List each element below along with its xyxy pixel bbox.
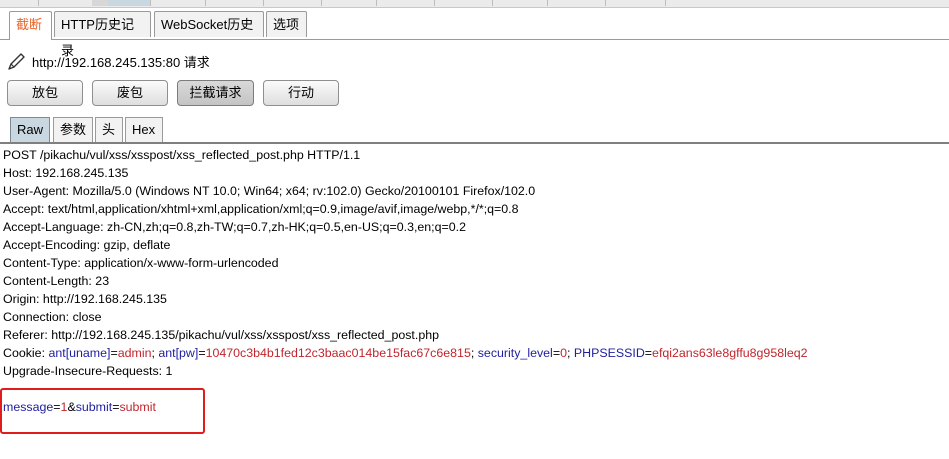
cookie-name: PHPSESSID	[573, 346, 645, 360]
top-strip-segment	[150, 0, 206, 6]
intercept-toggle-button[interactable]: 拦截请求	[177, 80, 254, 106]
request-target-label: http://192.168.245.135:80 请求	[32, 54, 210, 70]
header-origin[interactable]: Origin: http://192.168.245.135	[3, 290, 167, 308]
top-strip-segment	[434, 0, 493, 6]
tab-options[interactable]: 选项	[266, 11, 307, 37]
top-strip-segment	[205, 0, 264, 6]
proxy-tab-bar: 截断 HTTP历史记录 WebSocket历史 选项	[0, 11, 949, 58]
tab-http-history[interactable]: HTTP历史记录	[54, 11, 151, 58]
cookie-separator: =	[644, 346, 653, 360]
drop-button[interactable]: 废包	[92, 80, 168, 106]
top-strip-segment	[0, 0, 39, 6]
header-host[interactable]: Host: 192.168.245.135	[3, 164, 128, 182]
cookie-separator: =	[110, 346, 118, 360]
cookie-separator: ;	[470, 346, 478, 360]
tab-websocket-history[interactable]: WebSocket历史	[154, 11, 264, 37]
top-strip-segment	[92, 0, 109, 6]
top-strip-segment	[605, 0, 666, 6]
header-referer[interactable]: Referer: http://192.168.245.135/pikachu/…	[3, 326, 439, 344]
header-upgrade-insecure-requests[interactable]: Upgrade-Insecure-Requests: 1	[3, 362, 172, 380]
top-strip-segment	[108, 0, 151, 6]
header-content-length[interactable]: Content-Length: 23	[3, 272, 109, 290]
cookie-separator: ;	[566, 346, 574, 360]
top-strip-segment	[376, 0, 435, 6]
header-user-agent[interactable]: User-Agent: Mozilla/5.0 (Windows NT 10.0…	[3, 182, 535, 200]
forward-button[interactable]: 放包	[7, 80, 83, 106]
tab-raw[interactable]: Raw	[10, 117, 50, 142]
top-strip	[0, 0, 949, 8]
cookie-value: admin	[117, 346, 152, 360]
header-accept-encoding[interactable]: Accept-Encoding: gzip, deflate	[3, 236, 170, 254]
top-strip-segment	[38, 0, 93, 6]
cookie-separator: =	[198, 346, 206, 360]
cookie-value: 10470c3b4b1fed12c3baac014be15fac67c6e815	[205, 346, 471, 360]
header-cookie[interactable]: Cookie: ant[uname]=admin; ant[pw]=10470c…	[3, 344, 808, 362]
tab-hex[interactable]: Hex	[125, 117, 163, 142]
message-view-tab-bar: Raw 参数 头 Hex	[0, 116, 949, 144]
header-connection[interactable]: Connection: close	[3, 308, 102, 326]
top-strip-segment	[321, 0, 377, 6]
tab-params[interactable]: 参数	[53, 117, 93, 142]
action-button[interactable]: 行动	[263, 80, 339, 106]
top-strip-segment	[492, 0, 548, 6]
top-strip-segment	[263, 0, 322, 6]
cookie-value: 0	[560, 346, 567, 360]
header-accept[interactable]: Accept: text/html,application/xhtml+xml,…	[3, 200, 519, 218]
cookie-name: ant[uname]	[48, 346, 111, 360]
cookie-name: ant[pw]	[158, 346, 199, 360]
top-strip-segment	[547, 0, 606, 6]
header-content-type[interactable]: Content-Type: application/x-www-form-url…	[3, 254, 278, 272]
request-target-row: http://192.168.245.135:80 请求	[6, 50, 210, 72]
pencil-icon[interactable]	[6, 50, 28, 72]
cookie-value: efqi2ans63le8gffu8g958leq2	[652, 346, 808, 360]
header-accept-language[interactable]: Accept-Language: zh-CN,zh;q=0.8,zh-TW;q=…	[3, 218, 466, 236]
cookie-prefix: Cookie:	[3, 346, 49, 360]
tab-headers[interactable]: 头	[95, 117, 123, 142]
body-highlight-box	[0, 388, 205, 434]
cookie-name: security_level	[477, 346, 553, 360]
tab-intercept[interactable]: 截断	[9, 11, 52, 40]
cookie-separator: =	[552, 346, 561, 360]
request-line[interactable]: POST /pikachu/vul/xss/xsspost/xss_reflec…	[3, 146, 360, 164]
